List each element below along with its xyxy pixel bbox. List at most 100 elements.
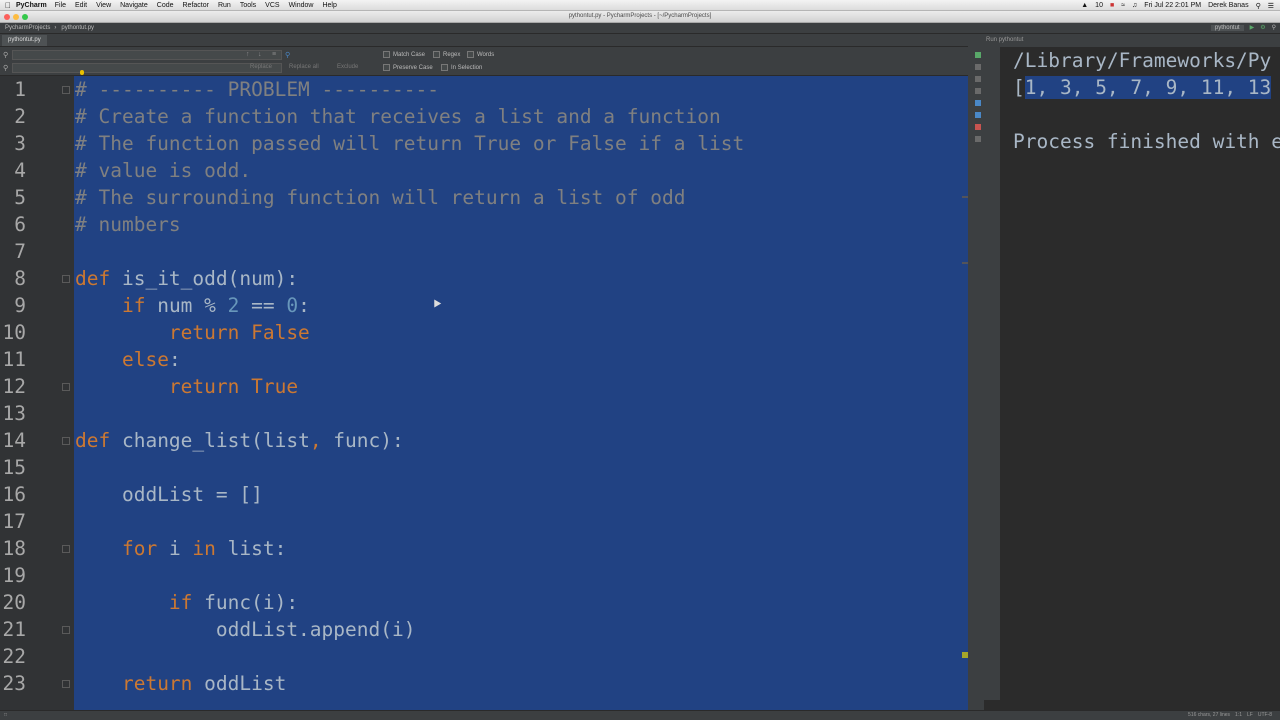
code-line[interactable]: 21 oddList.append(i) bbox=[0, 616, 968, 643]
search-icon[interactable]: ⚲ bbox=[3, 51, 8, 59]
code-text: # The function passed will return True o… bbox=[75, 130, 744, 157]
code-line[interactable]: 23 return oddList bbox=[0, 670, 968, 697]
replace-input[interactable] bbox=[12, 63, 282, 73]
match-case-checkbox[interactable]: Match Case bbox=[383, 51, 425, 58]
debug-icon[interactable]: ⚙ bbox=[1260, 24, 1265, 31]
code-line[interactable]: 2 # Create a function that receives a lis… bbox=[0, 103, 968, 130]
spotlight-icon[interactable]: ⚲ bbox=[1256, 2, 1261, 10]
menu-view[interactable]: View bbox=[96, 2, 111, 9]
code-token: oddList.append(i) bbox=[75, 618, 416, 641]
run-console[interactable]: /Library/Frameworks/Py [1, 3, 5, 7, 9, 11… bbox=[1000, 47, 1280, 700]
console-line[interactable]: Process finished with e bbox=[1013, 128, 1280, 155]
menu-help[interactable]: Help bbox=[322, 2, 336, 9]
volume-icon[interactable]: ♫ bbox=[1132, 2, 1137, 9]
code-line[interactable]: 14 def change_list(list, func): bbox=[0, 427, 968, 454]
code-line[interactable]: 8 def is_it_odd(num): bbox=[0, 265, 968, 292]
fold-marker-icon[interactable] bbox=[62, 626, 70, 634]
code-line[interactable]: 6 # numbers bbox=[0, 211, 968, 238]
menu-tools[interactable]: Tools bbox=[240, 2, 256, 9]
filter-icon[interactable]: ≡ bbox=[272, 51, 276, 58]
help-icon[interactable] bbox=[975, 136, 981, 142]
code-line[interactable]: 16 oddList = [] bbox=[0, 481, 968, 508]
stop-icon[interactable] bbox=[975, 64, 981, 70]
code-line[interactable]: 12 return True bbox=[0, 373, 968, 400]
fold-marker-icon[interactable] bbox=[62, 545, 70, 553]
apple-icon[interactable]:  bbox=[0, 1, 16, 10]
run-icon[interactable]: ▶ bbox=[1250, 24, 1255, 31]
code-line[interactable]: 13 bbox=[0, 400, 968, 427]
run-panel-title[interactable]: Run pythontut bbox=[986, 37, 1023, 43]
menu-file[interactable]: File bbox=[55, 2, 66, 9]
replace-all-button[interactable]: Replace all bbox=[289, 64, 319, 70]
code-text: return oddList bbox=[75, 670, 286, 697]
breadcrumb-project[interactable]: PycharmProjects bbox=[5, 25, 50, 31]
code-editor[interactable]: 1 # ---------- PROBLEM ---------- 2 # Creat… bbox=[0, 76, 968, 710]
user-name[interactable]: Derek Banas bbox=[1208, 2, 1248, 9]
in-selection-checkbox[interactable]: In Selection bbox=[441, 64, 482, 71]
code-line[interactable]: 19 bbox=[0, 562, 968, 589]
pin-icon[interactable] bbox=[975, 112, 981, 118]
code-line[interactable]: 17 bbox=[0, 508, 968, 535]
menu-vcs[interactable]: VCS bbox=[265, 2, 279, 9]
rerun-icon[interactable] bbox=[975, 52, 981, 58]
menu-window[interactable]: Window bbox=[289, 2, 314, 9]
intention-bulb-icon[interactable] bbox=[80, 70, 84, 75]
selection-info[interactable]: 516 chars, 27 lines bbox=[1188, 712, 1230, 718]
tab-pythontut[interactable]: pythontut.py bbox=[2, 35, 47, 46]
menu-code[interactable]: Code bbox=[157, 2, 174, 9]
preserve-case-checkbox[interactable]: Preserve Case bbox=[383, 64, 433, 71]
exclude-button[interactable]: Exclude bbox=[337, 64, 358, 70]
pause-icon[interactable] bbox=[975, 76, 981, 82]
replace-button[interactable]: Replace bbox=[250, 64, 272, 70]
status-icon[interactable]: ▲ bbox=[1081, 2, 1088, 9]
fold-marker-icon[interactable] bbox=[62, 86, 70, 94]
scroll-to-end-icon[interactable] bbox=[975, 88, 981, 94]
close-icon[interactable] bbox=[975, 124, 981, 130]
search-input[interactable] bbox=[12, 50, 282, 60]
record-icon[interactable]: ■ bbox=[1110, 2, 1114, 9]
code-line[interactable]: 7 bbox=[0, 238, 968, 265]
wifi-icon[interactable]: ≈ bbox=[1121, 2, 1125, 9]
find-all-icon[interactable]: ⚲ bbox=[285, 51, 290, 59]
fold-marker-icon[interactable] bbox=[62, 275, 70, 283]
code-line[interactable]: 22 bbox=[0, 643, 968, 670]
settings-icon[interactable] bbox=[975, 100, 981, 106]
caret-position[interactable]: 1:1 bbox=[1235, 712, 1242, 718]
code-line[interactable]: 9 if num % 2 == 0: bbox=[0, 292, 968, 319]
code-line[interactable]: 3 # The function passed will return True … bbox=[0, 130, 968, 157]
code-line[interactable]: 18 for i in list: bbox=[0, 535, 968, 562]
datetime[interactable]: Fri Jul 22 2:01 PM bbox=[1144, 2, 1201, 9]
status-left-icon[interactable]: □ bbox=[4, 712, 7, 718]
code-token: def bbox=[75, 429, 122, 452]
console-line[interactable]: [1, 3, 5, 7, 9, 11, 13 bbox=[1013, 74, 1272, 101]
code-line[interactable]: 10 return False bbox=[0, 319, 968, 346]
previous-occurrence-icon[interactable]: ↑ bbox=[246, 51, 250, 58]
regex-checkbox[interactable]: Regex bbox=[433, 51, 460, 58]
menu-navigate[interactable]: Navigate bbox=[120, 2, 148, 9]
editor-scrollbar[interactable] bbox=[960, 76, 968, 710]
file-encoding[interactable]: UTF-8 bbox=[1258, 712, 1272, 718]
breadcrumb-file[interactable]: pythontut.py bbox=[61, 25, 94, 31]
fold-marker-icon[interactable] bbox=[62, 680, 70, 688]
next-occurrence-icon[interactable]: ↓ bbox=[258, 51, 262, 58]
fold-marker-icon[interactable] bbox=[62, 437, 70, 445]
battery-indicator[interactable]: 10 bbox=[1095, 2, 1103, 9]
menu-edit[interactable]: Edit bbox=[75, 2, 87, 9]
code-line[interactable]: 11 else: bbox=[0, 346, 968, 373]
run-config-selector[interactable]: pythontut bbox=[1210, 24, 1244, 31]
app-menu[interactable]: PyCharm bbox=[16, 2, 47, 9]
fold-marker-icon[interactable] bbox=[62, 383, 70, 391]
replace-icon[interactable]: ⚲ bbox=[3, 64, 8, 72]
code-line[interactable]: 5 # The surrounding function will return … bbox=[0, 184, 968, 211]
code-line[interactable]: 20 if func(i): bbox=[0, 589, 968, 616]
words-checkbox[interactable]: Words bbox=[467, 51, 494, 58]
menu-run[interactable]: Run bbox=[218, 2, 231, 9]
search-everywhere-icon[interactable]: ⚲ bbox=[1272, 24, 1276, 31]
console-line[interactable]: /Library/Frameworks/Py bbox=[1013, 47, 1271, 74]
menu-refactor[interactable]: Refactor bbox=[183, 2, 209, 9]
code-line[interactable]: 15 bbox=[0, 454, 968, 481]
code-line[interactable]: 4 # value is odd. bbox=[0, 157, 968, 184]
code-line[interactable]: 1 # ---------- PROBLEM ---------- bbox=[0, 76, 968, 103]
line-separator[interactable]: LF bbox=[1247, 712, 1253, 718]
notification-icon[interactable]: ☰ bbox=[1268, 2, 1274, 10]
